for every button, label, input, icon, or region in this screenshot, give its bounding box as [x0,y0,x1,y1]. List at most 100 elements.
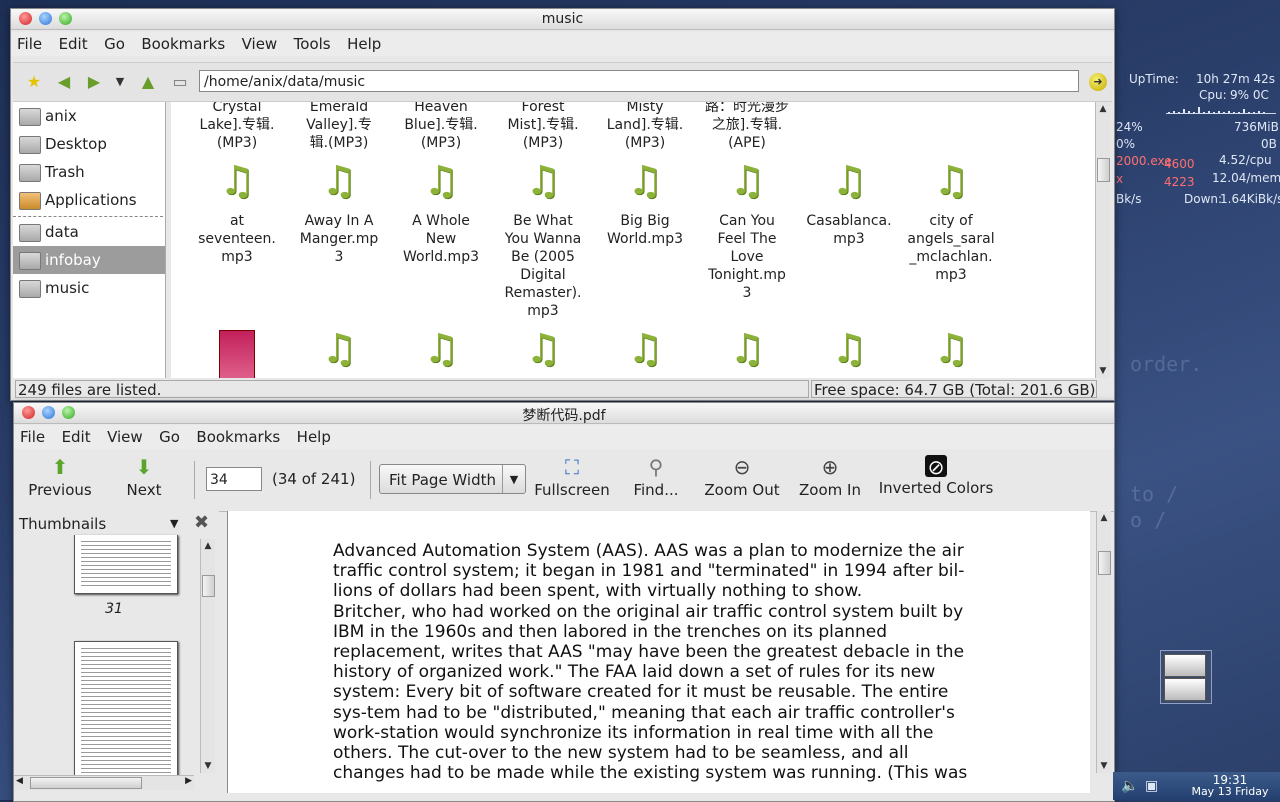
file-item-label: 路：时光漫步 之旅].专辑. (APE) [705,102,789,151]
previous-button[interactable]: ⬆ Previous [26,455,94,499]
music-file-icon[interactable]: ♫ [420,328,462,370]
sidebar-item-music[interactable]: music [13,274,165,302]
network-icon[interactable]: ▣ [1145,778,1158,794]
document-view[interactable]: Advanced Automation System (AAS). AAS wa… [227,511,1090,793]
thumbnail-page-31[interactable] [74,535,178,594]
inverted-colors-button[interactable]: ⊘ Inverted Colors [876,455,996,497]
find-button[interactable]: ⚲ Find... [628,455,684,499]
document-text-line: IBM in the 1960s and then labored in the… [333,621,888,642]
thumbnails-scrollbar[interactable]: ▲ ▼ [200,539,215,773]
menu-help[interactable]: Help [291,425,337,446]
file-manager-titlebar[interactable]: music [11,9,1114,30]
file-item[interactable]: ♫ Be What You Wanna Be (2005 Digital Rema… [493,160,593,320]
scrollbar-thumb[interactable] [1097,158,1110,182]
file-item[interactable]: ♫ Big Big World.mp3 [595,160,695,320]
file-item[interactable]: ♫ city of angels_saral _mclachlan. mp3 [901,160,1001,320]
file-item[interactable]: ♫ Casablanca. mp3 [799,160,899,320]
history-dropdown-icon[interactable]: ▼ [111,73,129,91]
pager-desktop-1[interactable] [1164,654,1206,677]
thumbnails-hscrollbar[interactable]: ◀ ▶ [14,775,194,790]
sidebar-item-desktop[interactable]: Desktop [13,130,165,158]
menu-go[interactable]: Go [98,32,131,53]
music-file-icon[interactable]: ♫ [726,328,768,370]
scroll-right-icon[interactable]: ▶ [185,776,192,786]
clock[interactable]: 19:31 May 13 Friday [1180,774,1280,798]
sidebar-item-applications[interactable]: Applications [13,186,165,214]
document-scrollbar[interactable]: ▲ ▼ [1096,511,1111,773]
menu-file[interactable]: File [11,32,48,53]
file-item[interactable]: ♫ Away In A Manger.mp 3 [289,160,389,320]
path-input[interactable]: /home/anix/data/music [199,70,1079,92]
scroll-down-icon[interactable]: ▼ [201,759,215,773]
sidebar-item-trash[interactable]: Trash [13,158,165,186]
file-item[interactable]: ♫ A Whole New World.mp3 [391,160,491,320]
music-file-icon: ♫ [729,158,765,204]
file-item[interactable]: ♫ at seventeen. mp3 [187,160,287,320]
music-file-icon[interactable]: ♫ [318,328,360,370]
sidebar-item-infobay[interactable]: infobay [13,246,165,274]
file-grid-scrollbar[interactable]: ▲ ▼ [1095,102,1110,378]
up-arrow-icon[interactable]: ▲ [139,73,157,91]
menu-go[interactable]: Go [153,425,186,446]
zoom-in-icon: ⊕ [821,455,839,479]
close-icon[interactable]: ✖ [194,512,209,533]
scroll-down-icon[interactable]: ▼ [1097,759,1111,773]
new-tab-icon[interactable]: ★ [25,73,43,91]
zoom-in-button[interactable]: ⊕ Zoom In [794,455,866,499]
menu-view[interactable]: View [236,32,284,53]
sidebar-item-anix[interactable]: anix [13,102,165,130]
sidebar-item-data[interactable]: data [13,218,165,246]
scroll-up-icon[interactable]: ▲ [201,539,215,553]
music-file-icon[interactable]: ♫ [522,328,564,370]
volume-icon[interactable]: 🔈 [1121,778,1138,794]
music-file-icon[interactable]: ♫ [624,328,666,370]
music-file-icon[interactable]: ♫ [828,328,870,370]
pdf-viewer-window: 梦断代码.pdf File Edit View Go Bookmarks Hel… [13,402,1115,802]
file-item[interactable]: ♫ Can You Feel The Love Tonight.mp 3 [697,160,797,320]
cpu-graph-bar [1178,112,1180,113]
menu-tools[interactable]: Tools [288,32,337,53]
menu-edit[interactable]: Edit [53,32,94,53]
menu-file[interactable]: File [14,425,51,446]
status-bar: 249 files are listed. Free space: 64.7 G… [13,379,1112,399]
pager-desktop-2[interactable] [1164,678,1206,701]
thumbnail-text-line [81,581,171,582]
scrollbar-thumb[interactable] [202,575,215,597]
page-number-input[interactable]: 34 [206,467,262,491]
file-item-label: A Whole New World.mp3 [402,213,479,265]
album-art-icon[interactable] [219,330,255,378]
scroll-up-icon[interactable]: ▲ [1096,102,1110,116]
menu-help[interactable]: Help [341,32,387,53]
go-button[interactable]: ➜ [1089,73,1107,91]
cpu-graph-bar [1263,112,1265,113]
file-item-label: Away In A Manger.mp 3 [299,213,379,265]
fullscreen-button[interactable]: ⛶ Fullscreen [532,455,612,499]
sidebar-item-label: Desktop [45,135,107,153]
next-button[interactable]: ⬇ Next [114,455,174,499]
zoom-out-button[interactable]: ⊖ Zoom Out [702,455,782,499]
menu-bookmarks[interactable]: Bookmarks [135,32,231,53]
menu-view[interactable]: View [101,425,149,446]
scroll-up-icon[interactable]: ▲ [1097,511,1111,525]
scroll-left-icon[interactable]: ◀ [16,776,23,786]
desktop-pager-widget[interactable] [1160,650,1212,704]
zoom-select[interactable]: Fit Page Width ▼ [379,464,526,494]
menu-bookmarks[interactable]: Bookmarks [190,425,286,446]
thumbnail-page-32[interactable] [74,641,178,782]
chevron-down-icon[interactable]: ▼ [170,517,178,530]
inverted-colors-icon: ⊘ [925,455,947,479]
desktop-icon [19,136,41,154]
back-arrow-icon[interactable]: ◀ [55,73,73,91]
scrollbar-thumb[interactable] [1098,551,1111,575]
thumbnails-title[interactable]: Thumbnails [19,515,106,533]
scroll-down-icon[interactable]: ▼ [1096,364,1110,378]
thumbnail-text-line [81,700,171,701]
thumbnail-text-line [81,660,171,661]
scrollbar-thumb[interactable] [30,777,142,789]
music-file-icon[interactable]: ♫ [930,328,972,370]
document-text-line: system: Every bit of software created fo… [333,682,949,703]
pdf-viewer-titlebar[interactable]: 梦断代码.pdf [14,403,1114,424]
next-label: Next [126,481,162,499]
menu-edit[interactable]: Edit [56,425,97,446]
forward-arrow-icon[interactable]: ▶ [85,73,103,91]
